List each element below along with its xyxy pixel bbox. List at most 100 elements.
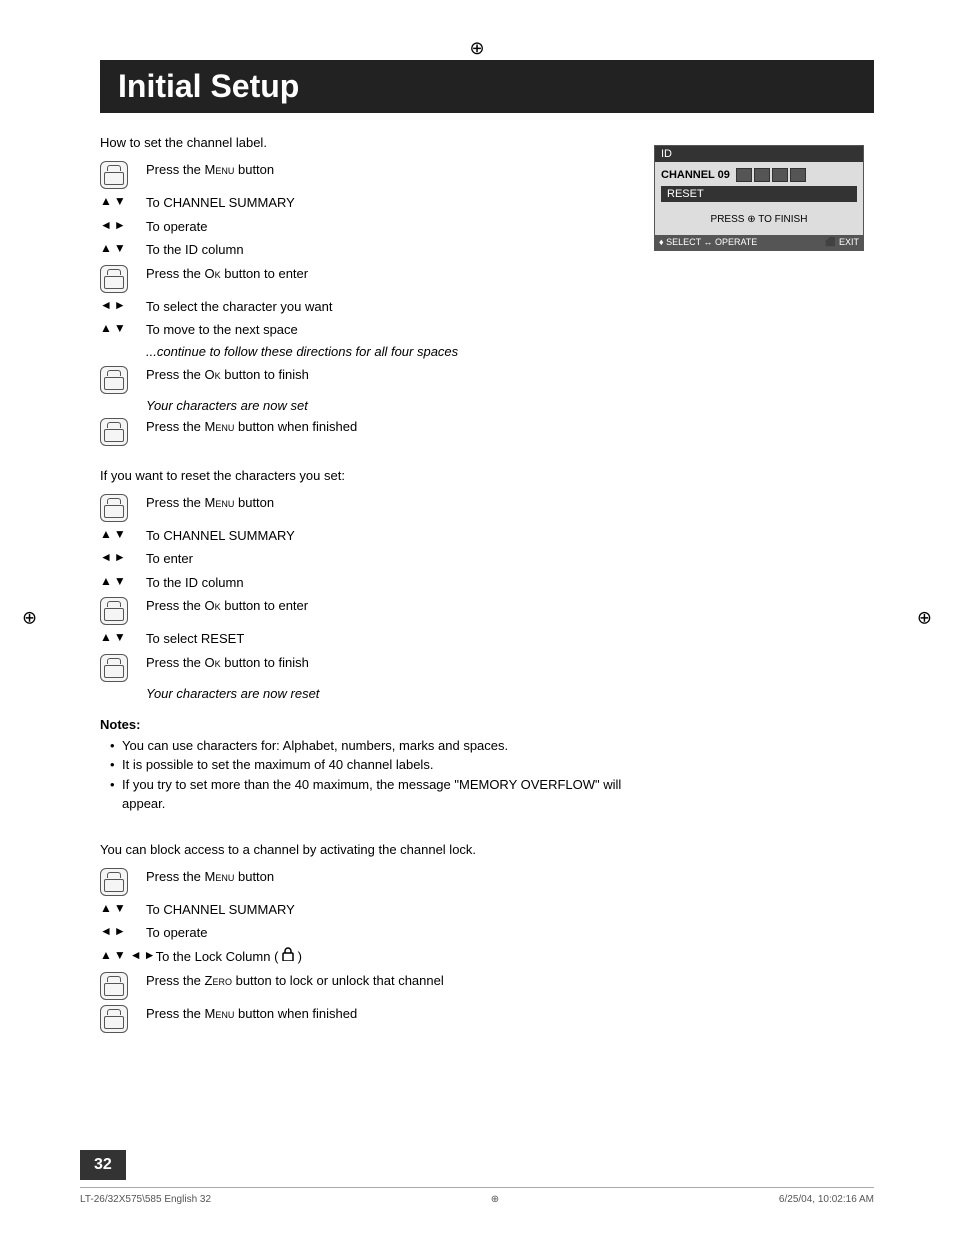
step-row: ▲▼ To select RESET: [100, 629, 624, 649]
italic-note: Your characters are now set: [146, 398, 624, 413]
step-text: Press the Menu button: [146, 493, 274, 513]
continue-text: ...continue to follow these directions f…: [146, 344, 624, 359]
lock-icon: [282, 947, 294, 967]
screen-header: ID: [655, 146, 863, 162]
step-row: ◄► To select the character you want: [100, 297, 624, 317]
step-text: Press the Menu button: [146, 867, 274, 887]
step-text: To operate: [146, 923, 207, 943]
step-text: Press the Zero button to lock or unlock …: [146, 971, 444, 991]
step-row: ▲▼ To CHANNEL SUMMARY: [100, 193, 624, 213]
main-content: How to set the channel label. Press the …: [100, 135, 874, 1037]
screen-channel-label: CHANNEL 09: [661, 169, 730, 181]
reg-mark-left: ⊕: [22, 607, 37, 628]
arrow-left-right-icon: ◄►: [100, 923, 146, 937]
arrow-left-right-icon: ◄►: [100, 217, 146, 231]
step-text: Press the Ok button to finish: [146, 653, 309, 673]
page-title: Initial Setup: [100, 60, 874, 113]
step-row: ◄► To operate: [100, 217, 624, 237]
step-text: To enter: [146, 549, 193, 569]
notes-title: Notes:: [100, 717, 624, 732]
step-row: Press the Menu button when finished: [100, 417, 624, 446]
step-row: Press the Menu button: [100, 160, 624, 189]
step-text: Press the Ok button to enter: [146, 596, 308, 616]
arrow-up-down-icon: ▲▼: [100, 240, 146, 254]
section3: You can block access to a channel by act…: [100, 842, 624, 1033]
step-text: To the Lock Column ( ): [156, 947, 302, 967]
step-text: To operate: [146, 217, 207, 237]
italic-note: Your characters are now reset: [146, 686, 624, 701]
page-number: 32: [80, 1150, 126, 1180]
remote-icon: [100, 365, 146, 394]
screen-square: [736, 168, 752, 182]
arrow-up-down-icon: ▲▼: [100, 573, 146, 587]
arrow-left-right-icon: ◄►: [100, 549, 146, 563]
step-text: To CHANNEL SUMMARY: [146, 900, 295, 920]
remote-icon: [100, 160, 146, 189]
reg-mark-right: ⊕: [917, 607, 932, 628]
step-row: ▲▼ To move to the next space: [100, 320, 624, 340]
step-row: Press the Menu button: [100, 867, 624, 896]
remote-icon: [100, 493, 146, 522]
step-text: Press the Menu button when finished: [146, 417, 357, 437]
step-row: ▲▼ To CHANNEL SUMMARY: [100, 900, 624, 920]
screen-area: ID CHANNEL 09 RESET PRESS ⊕ TO FINISH: [654, 145, 874, 1037]
step-row: Press the Ok button to enter: [100, 596, 624, 625]
arrow-left-right-icon: ◄►: [100, 297, 146, 311]
page: ⊕ ⊕ ⊕ Initial Setup How to set the chann…: [0, 0, 954, 1235]
step-text: Press the Ok button to finish: [146, 365, 309, 385]
arrow-up-down-icon: ▲▼: [100, 526, 146, 540]
notes-item: You can use characters for: Alphabet, nu…: [110, 736, 624, 756]
remote-icon: [100, 264, 146, 293]
notes-section: Notes: You can use characters for: Alpha…: [100, 717, 624, 814]
step-row: Press the Menu button: [100, 493, 624, 522]
content-left: How to set the channel label. Press the …: [100, 135, 624, 1037]
arrow-up-down-icon: ▲▼: [100, 900, 146, 914]
step-row: ◄► To operate: [100, 923, 624, 943]
section3-intro: You can block access to a channel by act…: [100, 842, 624, 857]
step-row: Press the Ok button to finish: [100, 365, 624, 394]
remote-icon: [100, 867, 146, 896]
section2-intro: If you want to reset the characters you …: [100, 468, 624, 483]
step-text: To select the character you want: [146, 297, 332, 317]
screen-square: [772, 168, 788, 182]
footer-center: ⊕: [491, 1194, 499, 1205]
remote-icon: [100, 1004, 146, 1033]
screen-square: [754, 168, 770, 182]
step-row: Press the Zero button to lock or unlock …: [100, 971, 624, 1000]
reg-mark-top: ⊕: [469, 38, 484, 59]
remote-icon: [100, 971, 146, 1000]
section1-intro: How to set the channel label.: [100, 135, 624, 150]
step-row: ▲▼ To the ID column: [100, 573, 624, 593]
step-row: Press the Ok button to finish: [100, 653, 624, 682]
step-text: To the ID column: [146, 240, 244, 260]
remote-icon: [100, 417, 146, 446]
arrow-all-icon: ▲▼ ◄►: [100, 947, 156, 961]
step-text: To move to the next space: [146, 320, 298, 340]
arrow-up-down-icon: ▲▼: [100, 193, 146, 207]
notes-item: It is possible to set the maximum of 40 …: [110, 755, 624, 775]
step-text: Press the Ok button to enter: [146, 264, 308, 284]
screen-body: CHANNEL 09 RESET PRESS ⊕ TO FINISH: [655, 162, 863, 235]
screen-footer-left: ♦ SELECT ↔ OPERATE: [659, 237, 757, 248]
step-row: Press the Ok button to enter: [100, 264, 624, 293]
step-text: To CHANNEL SUMMARY: [146, 193, 295, 213]
step-text: To select RESET: [146, 629, 244, 649]
step-row: ▲▼ To CHANNEL SUMMARY: [100, 526, 624, 546]
step-row: ▲▼ ◄► To the Lock Column ( ): [100, 947, 624, 967]
screen-footer: ♦ SELECT ↔ OPERATE ⬛ EXIT: [655, 235, 863, 250]
footer-right: 6/25/04, 10:02:16 AM: [779, 1194, 874, 1205]
step-text: Press the Menu button when finished: [146, 1004, 357, 1024]
screen-squares: [736, 168, 806, 182]
screen-mockup: ID CHANNEL 09 RESET PRESS ⊕ TO FINISH: [654, 145, 864, 251]
step-row: ▲▼ To the ID column: [100, 240, 624, 260]
step-text: To the ID column: [146, 573, 244, 593]
arrow-up-down-icon: ▲▼: [100, 320, 146, 334]
step-row: ◄► To enter: [100, 549, 624, 569]
footer-left: LT-26/32X575\585 English 32: [80, 1194, 211, 1205]
step-text: Press the Menu button: [146, 160, 274, 180]
notes-item: If you try to set more than the 40 maxim…: [110, 775, 624, 814]
notes-list: You can use characters for: Alphabet, nu…: [100, 736, 624, 814]
remote-icon: [100, 596, 146, 625]
step-text: To CHANNEL SUMMARY: [146, 526, 295, 546]
screen-press: PRESS ⊕ TO FINISH: [661, 210, 857, 229]
